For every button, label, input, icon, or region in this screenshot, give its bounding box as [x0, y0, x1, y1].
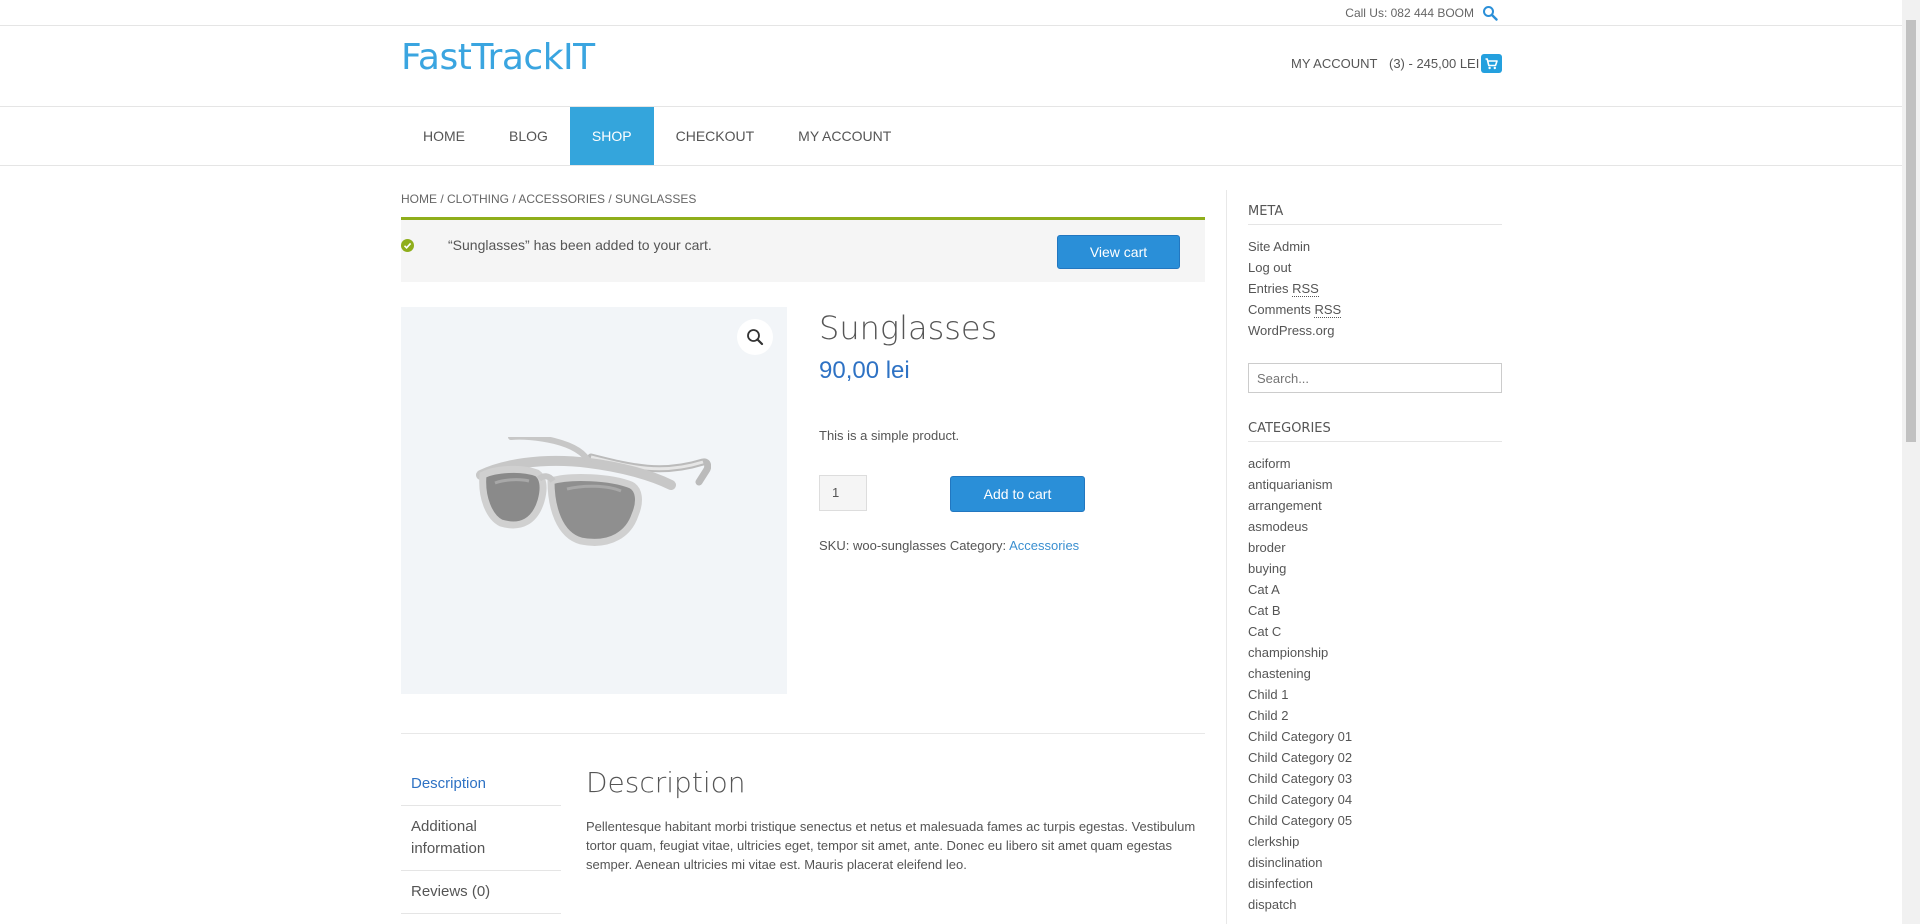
category-item[interactable]: disinfection [1248, 873, 1502, 894]
search-icon[interactable] [1482, 5, 1498, 21]
cart-notice: “Sunglasses” has been added to your cart… [401, 217, 1205, 282]
view-cart-button[interactable]: View cart [1057, 235, 1180, 269]
category-item[interactable]: buying [1248, 558, 1502, 579]
scrollbar-thumb[interactable] [1906, 20, 1916, 442]
check-circle-icon [401, 239, 414, 252]
tab-description[interactable]: Description [401, 763, 561, 806]
product-meta: SKU: woo-sunglasses Category: Accessorie… [819, 538, 1079, 553]
category-item[interactable]: championship [1248, 642, 1502, 663]
cart-summary-link[interactable]: (3) - 245,00 LEI [1389, 56, 1479, 71]
meta-link-site-admin[interactable]: Site Admin [1248, 236, 1502, 257]
call-us-text: Call Us: 082 444 BOOM [1345, 6, 1474, 20]
category-item[interactable]: Child Category 03 [1248, 768, 1502, 789]
add-to-cart-button[interactable]: Add to cart [950, 476, 1085, 512]
category-item[interactable]: arrangement [1248, 495, 1502, 516]
category-item[interactable]: Cat B [1248, 600, 1502, 621]
meta-link-log-out[interactable]: Log out [1248, 257, 1502, 278]
product-image[interactable] [401, 307, 787, 694]
category-item[interactable]: Child Category 05 [1248, 810, 1502, 831]
notice-message: “Sunglasses” has been added to your cart… [448, 237, 712, 253]
meta-link-wordpress[interactable]: WordPress.org [1248, 320, 1502, 341]
category-label: Category: [949, 538, 1007, 553]
category-item[interactable]: Child 2 [1248, 705, 1502, 726]
category-item[interactable]: clerkship [1248, 831, 1502, 852]
category-item[interactable]: chastening [1248, 663, 1502, 684]
categories-widget: CATEGORIES aciform antiquarianism arrangem… [1248, 421, 1502, 915]
page-scrollbar[interactable] [1902, 0, 1920, 924]
sku-value: woo-sunglasses [852, 538, 947, 553]
quantity-input[interactable]: 1 [819, 475, 867, 511]
sku-label: SKU: [819, 538, 850, 553]
zoom-icon[interactable] [737, 319, 773, 355]
nav-checkout[interactable]: CHECKOUT [654, 107, 777, 165]
categories-list: aciform antiquarianism arrangement asmodeus… [1248, 453, 1502, 915]
section-divider [401, 733, 1205, 734]
category-link[interactable]: Accessories [1009, 538, 1079, 553]
description-text: Pellentesque habitant morbi tristique se… [586, 819, 1196, 872]
category-item[interactable]: Cat C [1248, 621, 1502, 642]
category-item[interactable]: Child Category 04 [1248, 789, 1502, 810]
category-item[interactable]: Child 1 [1248, 684, 1502, 705]
category-item[interactable]: Cat A [1248, 579, 1502, 600]
product-price: 90,00 lei [819, 357, 910, 384]
tab-additional-information[interactable]: Additional information [401, 806, 561, 871]
meta-link-entries-rss[interactable]: Entries RSS [1248, 278, 1502, 299]
main-navigation: HOME BLOG SHOP CHECKOUT MY ACCOUNT [0, 107, 1902, 166]
meta-link-comments-rss[interactable]: Comments RSS [1248, 299, 1502, 320]
sunglasses-image [476, 437, 711, 546]
category-item[interactable]: disinclination [1248, 852, 1502, 873]
meta-widget: META Site Admin Log out Entries RSS Comm… [1248, 204, 1502, 341]
category-item[interactable]: Child Category 02 [1248, 747, 1502, 768]
description-title: Description [586, 766, 746, 799]
category-item[interactable]: aciform [1248, 453, 1502, 474]
sidebar: META Site Admin Log out Entries RSS Comm… [1248, 204, 1502, 915]
cart-icon[interactable] [1481, 54, 1502, 73]
meta-widget-title: META [1248, 204, 1502, 225]
nav-shop[interactable]: SHOP [569, 107, 654, 165]
nav-blog[interactable]: BLOG [487, 107, 570, 165]
category-item[interactable]: dispatch [1248, 894, 1502, 915]
sidebar-divider [1226, 190, 1227, 924]
product-short-description: This is a simple product. [819, 428, 960, 443]
product-title: Sunglasses [819, 309, 998, 347]
top-bar: Call Us: 082 444 BOOM [0, 0, 1902, 26]
product-tabs: Description Additional information Revie… [401, 763, 561, 914]
site-logo[interactable]: FastTrackIT [401, 37, 595, 78]
tab-reviews[interactable]: Reviews (0) [401, 871, 561, 914]
breadcrumb: HOME / CLOTHING / ACCESSORIES / SUNGLASS… [401, 192, 697, 206]
categories-widget-title: CATEGORIES [1248, 421, 1502, 442]
category-item[interactable]: asmodeus [1248, 516, 1502, 537]
nav-my-account[interactable]: MY ACCOUNT [776, 107, 913, 165]
sidebar-search-input[interactable] [1248, 363, 1502, 393]
my-account-link[interactable]: MY ACCOUNT [1291, 56, 1377, 71]
site-header: FastTrackIT MY ACCOUNT (3) - 245,00 LEI [0, 26, 1902, 107]
category-item[interactable]: Child Category 01 [1248, 726, 1502, 747]
category-item[interactable]: antiquarianism [1248, 474, 1502, 495]
nav-home[interactable]: HOME [401, 107, 487, 165]
category-item[interactable]: broder [1248, 537, 1502, 558]
